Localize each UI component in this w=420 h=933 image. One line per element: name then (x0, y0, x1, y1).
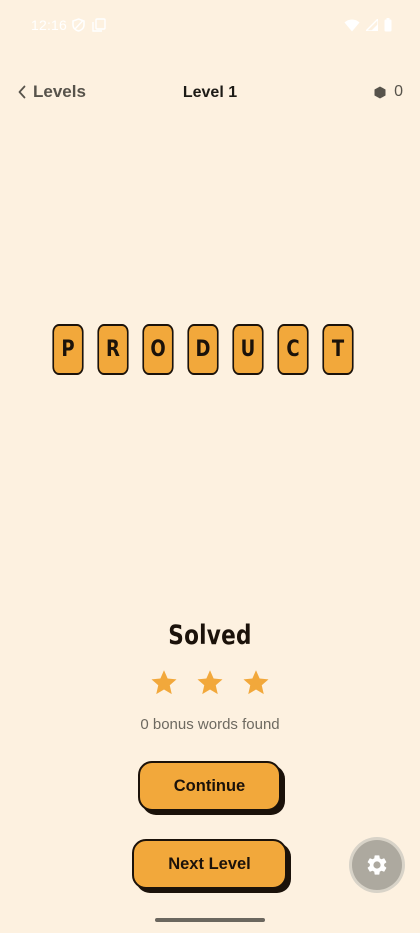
letter-tile: C (277, 324, 309, 375)
status-bar: 12:16 (0, 0, 420, 52)
next-level-button[interactable]: Next Level (132, 839, 287, 889)
battery-icon (384, 18, 392, 32)
solved-title: Solved (168, 620, 252, 651)
star-rating (0, 668, 420, 698)
letter-tile: D (187, 324, 219, 375)
letter-tile: P (52, 324, 84, 375)
letter-tile: U (232, 324, 264, 375)
coin-balance: 0 (374, 83, 403, 101)
signal-icon (366, 19, 378, 31)
continue-button[interactable]: Continue (138, 761, 281, 811)
letter-tile: R (97, 324, 129, 375)
settings-button[interactable] (352, 840, 402, 890)
wifi-icon (344, 19, 360, 31)
coin-count: 0 (394, 83, 403, 100)
hexagon-icon (374, 86, 386, 98)
shield-icon (72, 18, 85, 32)
letter-tile: O (142, 324, 174, 375)
header: Levels Level 1 0 (0, 72, 420, 116)
bonus-words-text: 0 bonus words found (140, 716, 280, 733)
page-title: Level 1 (182, 84, 238, 101)
star-icon (243, 670, 269, 695)
word-tiles: P R O D U C T (49, 324, 357, 375)
star-icon (151, 670, 177, 695)
status-left-icons (72, 18, 106, 32)
status-right-icons (344, 18, 392, 32)
home-indicator[interactable] (155, 918, 265, 922)
star-icon (197, 670, 223, 695)
status-time: 12:16 (31, 17, 68, 33)
gear-icon (367, 855, 387, 875)
letter-tile: T (322, 324, 354, 375)
screenshot-icon (92, 18, 106, 32)
